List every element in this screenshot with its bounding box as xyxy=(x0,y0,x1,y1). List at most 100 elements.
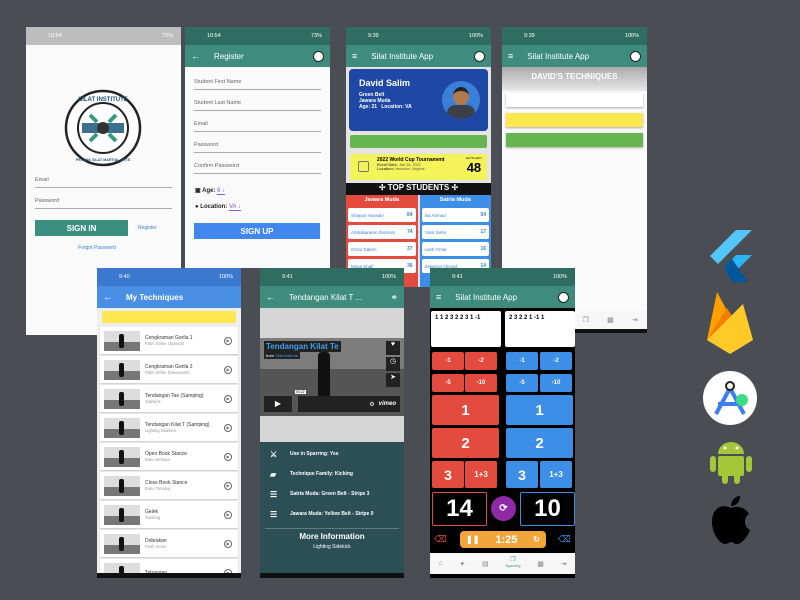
technique-list-item[interactable]: Tendangan Tae (Samping) Sidekick ▶ xyxy=(100,385,238,412)
blue-minus-button[interactable]: -1 xyxy=(506,352,538,370)
student-points: 36 xyxy=(406,263,413,269)
document-icon[interactable]: ▤ xyxy=(482,560,489,568)
technique-list-item[interactable]: Close Book Stance Buku Tertutup ▶ xyxy=(100,472,238,499)
red-minus-button[interactable]: -5 xyxy=(432,374,464,392)
back-arrow-icon[interactable]: ← xyxy=(191,51,200,61)
pause-icon[interactable]: ❚❚ xyxy=(466,535,479,544)
red-undo-icon[interactable]: ⌫ xyxy=(434,534,447,545)
android-studio-logo xyxy=(703,371,757,425)
app-logo-icon xyxy=(313,50,324,62)
home-icon[interactable]: ⌂ xyxy=(438,560,442,567)
red-point-3-button[interactable]: 3 xyxy=(432,461,464,488)
register-field-confirm-password[interactable]: Confirm Password xyxy=(194,163,321,174)
blue-point-3-button[interactable]: 3 xyxy=(506,461,538,488)
blue-point-1-button[interactable]: 1 xyxy=(506,395,573,425)
register-field-student-last-name[interactable]: Student Last Name xyxy=(194,100,321,111)
technique-list-item[interactable]: Cengkraman Gorila 2 Palm Strike Downwards… xyxy=(100,356,238,383)
red-point-1-3-button[interactable]: 1+3 xyxy=(465,461,497,488)
back-arrow-icon[interactable]: ← xyxy=(103,292,112,302)
belt-yellow-bar[interactable] xyxy=(506,113,643,127)
student-row[interactable]: Isa Ahmad 54 xyxy=(421,208,489,222)
logout-icon[interactable]: ⇥ xyxy=(561,560,567,568)
red-point-2-button[interactable]: 2 xyxy=(432,428,499,458)
sparring-icon[interactable]: ✦ xyxy=(459,560,465,568)
technique-thumbnail xyxy=(104,504,140,525)
play-circle-icon[interactable]: ▶ xyxy=(224,481,232,490)
play-circle-icon[interactable]: ▶ xyxy=(224,336,232,345)
technique-list-item[interactable]: Cengkraman Gorila 1 Palm Strike Upwards ▶ xyxy=(100,327,238,354)
play-circle-icon[interactable]: ▶ xyxy=(224,539,232,548)
red-minus-button[interactable]: -10 xyxy=(465,374,497,392)
link-icon[interactable]: ⚭ xyxy=(390,292,398,303)
video-progress[interactable]: ⚙ vimeo xyxy=(298,396,400,412)
channel-link[interactable]: Silat Institute xyxy=(275,353,298,358)
technique-list-item[interactable]: Gelek Twisting ▶ xyxy=(100,501,238,528)
status-time: 9:39 xyxy=(368,33,379,39)
blue-point-2-button[interactable]: 2 xyxy=(506,428,573,458)
student-row[interactable]: Omar Daken 37 xyxy=(348,242,416,256)
heart-icon[interactable]: ♥ xyxy=(386,341,400,355)
belt-icon: ☰ xyxy=(270,489,278,499)
menu-icon[interactable]: ≡ xyxy=(508,51,513,61)
register-link[interactable]: Register xyxy=(138,225,157,231)
sign-in-button[interactable]: SIGN IN xyxy=(35,220,128,236)
red-point-1-button[interactable]: 1 xyxy=(432,395,499,425)
nav-sparring[interactable]: ❐ Sparring xyxy=(505,557,520,569)
calendar-icon[interactable]: ▦ xyxy=(607,316,614,324)
forgot-password-link[interactable]: Forgot Password xyxy=(78,245,116,251)
student-row[interactable]: Yasir Sefer 17 xyxy=(421,225,489,239)
red-minus-button[interactable]: -2 xyxy=(465,352,497,370)
email-input[interactable]: Email xyxy=(35,177,172,188)
register-field-student-first-name[interactable]: Student First Name xyxy=(194,79,321,90)
blue-point-1-3-button[interactable]: 1+3 xyxy=(540,461,572,488)
register-field-email[interactable]: Email xyxy=(194,121,321,132)
video-player[interactable]: Tendangan Kilat Te from Silat Institute … xyxy=(260,338,404,416)
student-row[interactable]: Shayan Hossain 84 xyxy=(348,208,416,222)
technique-list-item[interactable]: Tendangan Kilat T (Samping) Lighting Side… xyxy=(100,414,238,441)
sign-up-button[interactable]: SIGN UP xyxy=(194,223,320,239)
student-row[interactable]: Abdulkareem Zenhom 74 xyxy=(348,225,416,239)
age-row: ▣ Age: 6 ↓ xyxy=(195,187,226,195)
technique-list-item[interactable]: Open Book Stance Buku terbuka ▶ xyxy=(100,443,238,470)
belt-white-bar[interactable] xyxy=(506,93,643,107)
password-input[interactable]: Password xyxy=(35,198,172,209)
swap-button[interactable]: ⟳ xyxy=(491,496,516,521)
belt-green-bar[interactable] xyxy=(506,133,643,147)
app-title: Silat Institute App xyxy=(371,51,434,61)
note-icon: ▰ xyxy=(270,469,277,479)
technique-list-item[interactable]: Dobrakan Push move ▶ xyxy=(100,530,238,557)
blue-minus-button[interactable]: -2 xyxy=(540,352,572,370)
play-circle-icon[interactable]: ▶ xyxy=(224,452,232,461)
menu-icon[interactable]: ≡ xyxy=(352,51,357,61)
play-circle-icon[interactable]: ▶ xyxy=(224,510,232,519)
blue-minus-button[interactable]: -5 xyxy=(506,374,538,392)
play-circle-icon[interactable]: ▶ xyxy=(224,394,232,403)
student-name: Laith Omar xyxy=(424,246,447,252)
status-time: 9:39 xyxy=(524,33,535,39)
age-select[interactable]: 6 ↓ xyxy=(217,188,226,195)
play-circle-icon[interactable]: ▶ xyxy=(224,423,232,432)
copy-icon[interactable]: ❐ xyxy=(583,316,589,324)
play-circle-icon[interactable]: ▶ xyxy=(224,365,232,374)
status-time: 9:40 xyxy=(119,274,130,280)
back-arrow-icon[interactable]: ← xyxy=(266,292,275,302)
clock-icon[interactable]: ◷ xyxy=(386,357,400,371)
settings-icon[interactable]: ⚙ xyxy=(369,401,374,408)
blue-minus-button[interactable]: -10 xyxy=(540,374,572,392)
calendar-icon[interactable]: ▦ xyxy=(537,560,544,568)
avatar xyxy=(442,81,480,119)
timer[interactable]: ❚❚ 1:25 ↻ xyxy=(460,531,546,548)
blue-undo-icon[interactable]: ⌫ xyxy=(558,534,571,545)
play-button[interactable]: ▶ xyxy=(264,396,292,412)
student-row[interactable]: Laith Omar 16 xyxy=(421,242,489,256)
location-select[interactable]: VA ↓ xyxy=(228,204,241,211)
menu-icon[interactable]: ≡ xyxy=(436,292,441,302)
register-field-password[interactable]: Password xyxy=(194,142,321,153)
reset-icon[interactable]: ↻ xyxy=(533,535,540,544)
logout-icon[interactable]: ⇥ xyxy=(632,316,638,324)
profile-card: David Salim Green Belt Jawara Muda Age: … xyxy=(349,69,488,131)
red-minus-button[interactable]: -1 xyxy=(432,352,464,370)
swap-icon: ⟳ xyxy=(499,503,508,514)
send-icon[interactable]: ➤ xyxy=(386,373,400,387)
sparring-icon: ⚔ xyxy=(270,449,278,459)
